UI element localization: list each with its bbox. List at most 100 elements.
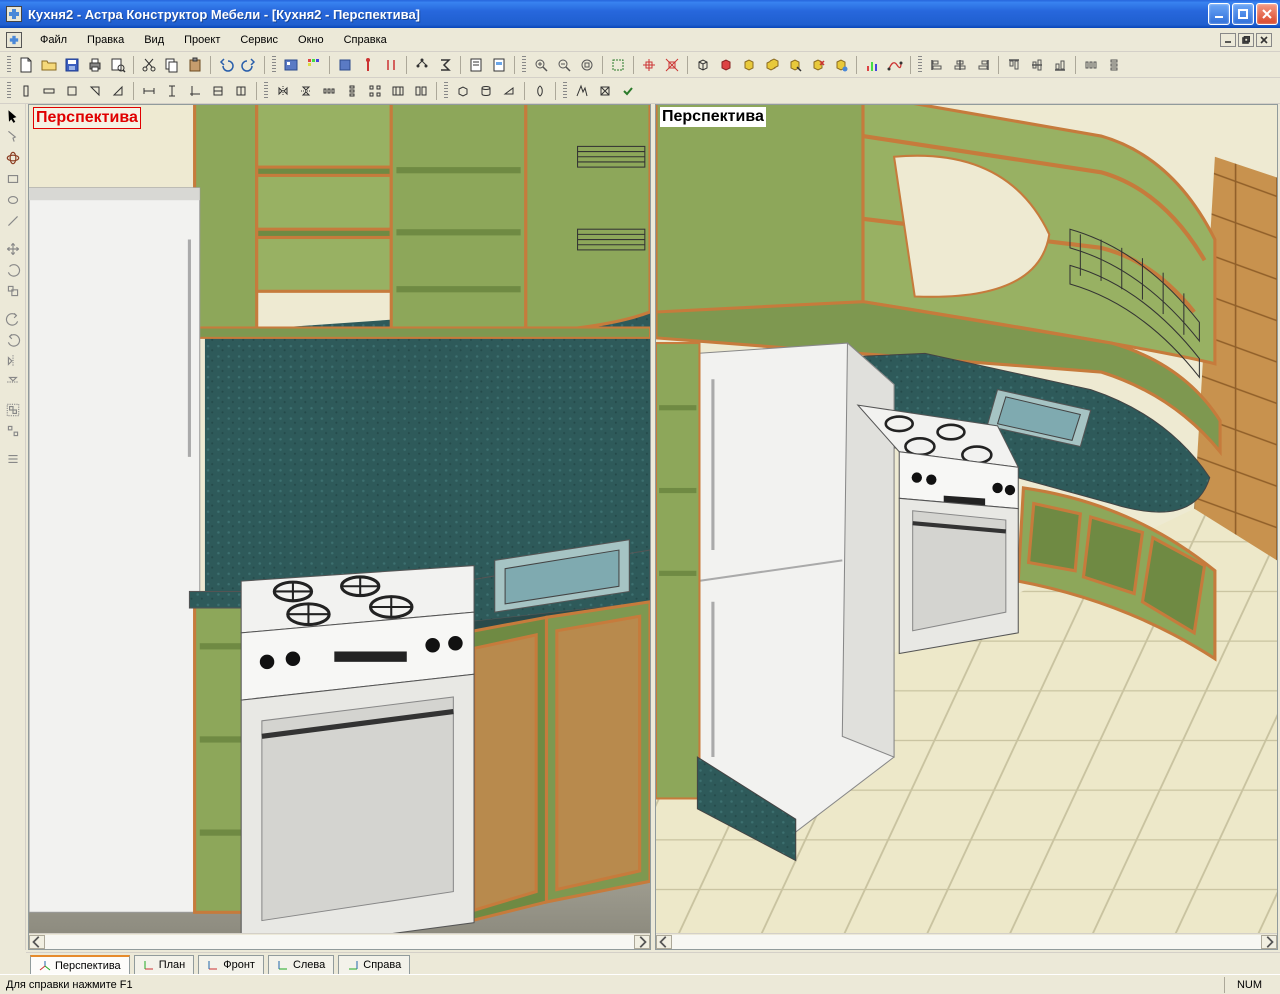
close-button[interactable]	[1256, 3, 1278, 25]
scroll-left-icon[interactable]	[656, 935, 672, 949]
viewport-1-hscrollbar[interactable]	[29, 933, 650, 949]
mirror-v-icon[interactable]	[272, 80, 294, 102]
cube-delete-icon[interactable]	[807, 54, 829, 76]
toolbar-grip[interactable]	[264, 82, 268, 100]
viewport-2[interactable]: Перспектива	[655, 104, 1278, 950]
menu-service[interactable]: Сервис	[230, 30, 288, 50]
mdi-restore-button[interactable]	[1238, 33, 1254, 47]
panel-diag1-icon[interactable]	[84, 80, 106, 102]
viewport-2-hscrollbar[interactable]	[656, 933, 1277, 949]
new-file-icon[interactable]	[15, 54, 37, 76]
undo-icon[interactable]	[215, 54, 237, 76]
cube-yellow-icon[interactable]	[738, 54, 760, 76]
hierarchy-icon[interactable]	[411, 54, 433, 76]
ungroup-icon[interactable]	[2, 421, 24, 441]
group-icon[interactable]	[2, 400, 24, 420]
orbit-icon[interactable]	[2, 148, 24, 168]
cube-wire-icon[interactable]	[692, 54, 714, 76]
array-h-icon[interactable]	[318, 80, 340, 102]
dim-v-icon[interactable]	[161, 80, 183, 102]
panel-v-icon[interactable]	[15, 80, 37, 102]
merge-icon[interactable]	[410, 80, 432, 102]
panel-diag2-icon[interactable]	[107, 80, 129, 102]
divide-icon[interactable]	[387, 80, 409, 102]
rotate-ccw-icon[interactable]	[2, 309, 24, 329]
paste-icon[interactable]	[184, 54, 206, 76]
material2-icon[interactable]	[594, 80, 616, 102]
viewport-1[interactable]: Перспектива	[28, 104, 651, 950]
body-wedge-icon[interactable]	[498, 80, 520, 102]
tab-perspective[interactable]: Перспектива	[30, 955, 130, 975]
align-left-icon[interactable]	[926, 54, 948, 76]
ellipse-icon[interactable]	[2, 190, 24, 210]
menu-view[interactable]: Вид	[134, 30, 174, 50]
screw-group-icon[interactable]	[380, 54, 402, 76]
copy-icon[interactable]	[161, 54, 183, 76]
screw-red-icon[interactable]	[357, 54, 379, 76]
menu-window[interactable]: Окно	[288, 30, 334, 50]
distribute-h-icon[interactable]	[1080, 54, 1102, 76]
minimize-button[interactable]	[1208, 3, 1230, 25]
toggle-blue-icon[interactable]	[334, 54, 356, 76]
material1-icon[interactable]	[571, 80, 593, 102]
menu-file[interactable]: Файл	[30, 30, 77, 50]
mdi-document-icon[interactable]	[6, 32, 22, 48]
cube-edit-icon[interactable]	[784, 54, 806, 76]
panel-h-icon[interactable]	[38, 80, 60, 102]
scroll-left-icon[interactable]	[29, 935, 45, 949]
report1-icon[interactable]	[465, 54, 487, 76]
rectangle-icon[interactable]	[2, 169, 24, 189]
tab-plan[interactable]: План	[134, 955, 195, 975]
lathe-icon[interactable]	[529, 80, 551, 102]
line-icon[interactable]	[2, 211, 24, 231]
toolbar-grip[interactable]	[7, 82, 11, 100]
dim-h-icon[interactable]	[138, 80, 160, 102]
redo-icon[interactable]	[238, 54, 260, 76]
align-center-h-icon[interactable]	[949, 54, 971, 76]
align-bottom-icon[interactable]	[1049, 54, 1071, 76]
tab-right[interactable]: Справа	[338, 955, 410, 975]
room-icon[interactable]	[280, 54, 302, 76]
cube-stack-icon[interactable]	[761, 54, 783, 76]
rotate-cw-icon[interactable]	[2, 330, 24, 350]
zoom-in-icon[interactable]	[530, 54, 552, 76]
align-middle-icon[interactable]	[1026, 54, 1048, 76]
toolbar-grip[interactable]	[522, 56, 526, 74]
resize2-icon[interactable]	[230, 80, 252, 102]
path-icon[interactable]	[884, 54, 906, 76]
toolbar-grip[interactable]	[918, 56, 922, 74]
array-v-icon[interactable]	[341, 80, 363, 102]
resize1-icon[interactable]	[207, 80, 229, 102]
scroll-right-icon[interactable]	[1261, 935, 1277, 949]
scroll-right-icon[interactable]	[634, 935, 650, 949]
select-arrow-icon[interactable]	[2, 106, 24, 126]
apply-icon[interactable]	[617, 80, 639, 102]
toolbar-grip[interactable]	[444, 82, 448, 100]
dashed-rect-icon[interactable]	[607, 54, 629, 76]
cube-config-icon[interactable]	[830, 54, 852, 76]
zoom-fit-icon[interactable]	[576, 54, 598, 76]
flip-h-icon[interactable]	[2, 351, 24, 371]
snap2-icon[interactable]	[661, 54, 683, 76]
menu-help[interactable]: Справка	[334, 30, 397, 50]
array-grid-icon[interactable]	[364, 80, 386, 102]
cut-icon[interactable]	[138, 54, 160, 76]
cube-red-icon[interactable]	[715, 54, 737, 76]
panel-front-icon[interactable]	[61, 80, 83, 102]
align-right-icon[interactable]	[972, 54, 994, 76]
chart-icon[interactable]	[861, 54, 883, 76]
maximize-button[interactable]	[1232, 3, 1254, 25]
toolbar-grip[interactable]	[7, 56, 11, 74]
body-cube-icon[interactable]	[452, 80, 474, 102]
rotate-tool-icon[interactable]	[2, 260, 24, 280]
mirror-h-icon[interactable]	[295, 80, 317, 102]
flip-v-icon[interactable]	[2, 372, 24, 392]
print-preview-icon[interactable]	[107, 54, 129, 76]
tab-front[interactable]: Фронт	[198, 955, 264, 975]
snap1-icon[interactable]	[638, 54, 660, 76]
scale-tool-icon[interactable]	[2, 281, 24, 301]
move-tool-icon[interactable]	[2, 239, 24, 259]
print-icon[interactable]	[84, 54, 106, 76]
save-icon[interactable]	[61, 54, 83, 76]
menu-edit[interactable]: Правка	[77, 30, 134, 50]
